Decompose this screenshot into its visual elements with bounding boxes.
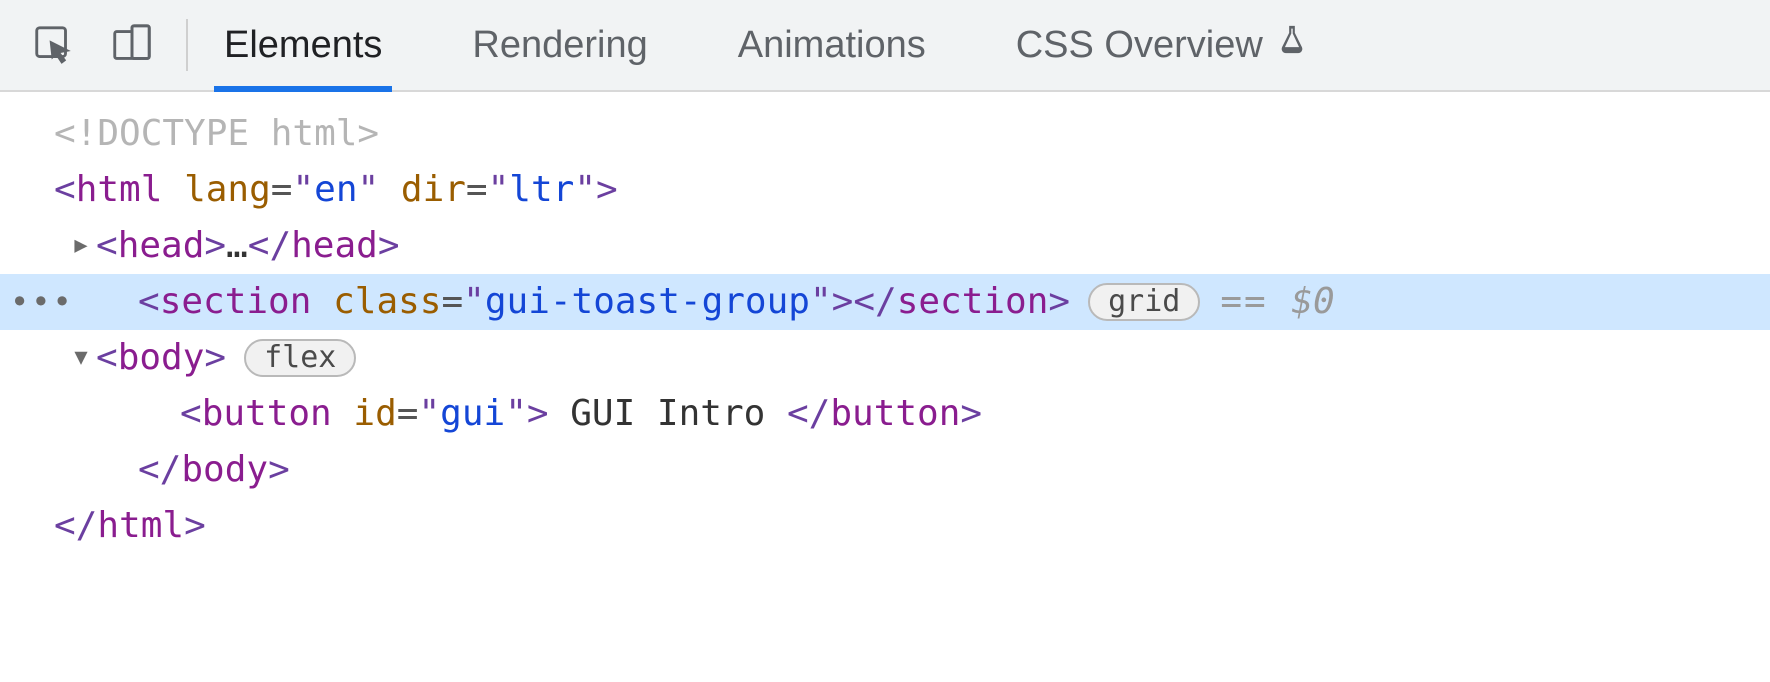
tab-elements[interactable]: Elements — [214, 0, 392, 90]
dom-node-body-open[interactable]: ▼<body>flex — [0, 330, 1770, 386]
toolbar-divider — [186, 19, 188, 71]
more-actions-icon[interactable]: ••• — [10, 286, 74, 318]
expand-arrow-icon[interactable]: ▶ — [66, 235, 96, 257]
dom-node-button[interactable]: <button id="gui"> GUI Intro </button> — [0, 386, 1770, 442]
dom-node-body-close[interactable]: </body> — [0, 442, 1770, 498]
dom-node-section[interactable]: ••• <section class="gui-toast-group"></s… — [0, 274, 1770, 330]
console-ref-hint: == $0 — [1220, 284, 1334, 320]
inspect-element-icon[interactable] — [26, 17, 82, 73]
tab-label: CSS Overview — [1016, 24, 1263, 67]
panel-tabs: Elements Rendering Animations CSS Overvi… — [214, 0, 1319, 90]
tab-rendering[interactable]: Rendering — [462, 0, 657, 90]
doctype-text: <!DOCTYPE html> — [54, 116, 379, 152]
dom-node-html-close[interactable]: </html> — [0, 498, 1770, 554]
layout-badge-flex[interactable]: flex — [244, 339, 356, 377]
tab-label: Elements — [224, 24, 382, 67]
dom-node-head[interactable]: ▶<head>…</head> — [0, 218, 1770, 274]
tab-animations[interactable]: Animations — [728, 0, 936, 90]
dom-node-section-wrap: ••• <section class="gui-toast-group"></s… — [0, 274, 1770, 330]
collapse-arrow-icon[interactable]: ▼ — [66, 347, 96, 369]
devtools-toolbar: Elements Rendering Animations CSS Overvi… — [0, 0, 1770, 92]
tab-css-overview[interactable]: CSS Overview — [1006, 0, 1319, 90]
device-toolbar-icon[interactable] — [104, 17, 160, 73]
elements-dom-tree[interactable]: <!DOCTYPE html> <html lang="en" dir="ltr… — [0, 92, 1770, 554]
dom-node-html-open[interactable]: <html lang="en" dir="ltr"> — [0, 162, 1770, 218]
layout-badge-grid[interactable]: grid — [1088, 283, 1200, 321]
tab-label: Rendering — [472, 24, 647, 67]
experiment-flask-icon — [1275, 23, 1309, 67]
dom-node-doctype[interactable]: <!DOCTYPE html> — [0, 106, 1770, 162]
tab-label: Animations — [738, 24, 926, 67]
